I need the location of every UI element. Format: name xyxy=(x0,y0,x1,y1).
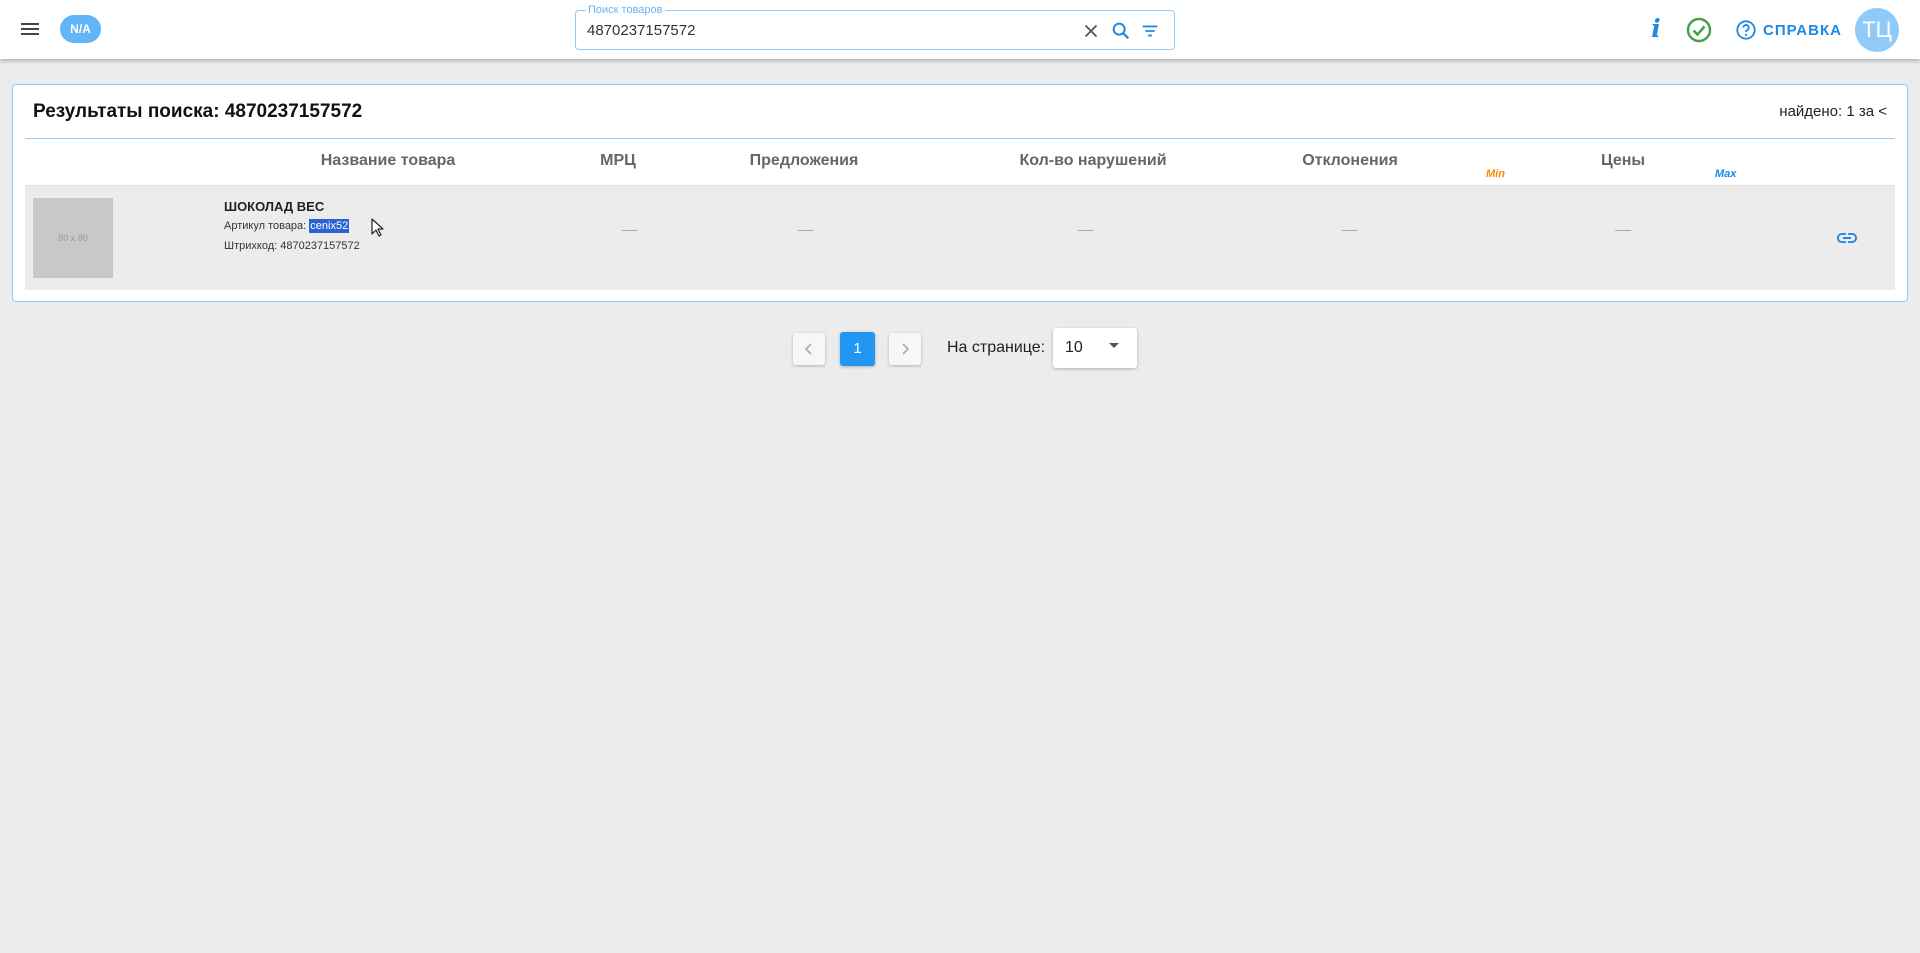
product-name[interactable]: ШОКОЛАД ВЕС xyxy=(224,199,324,214)
divider xyxy=(25,138,1895,139)
column-header-min: Min xyxy=(1486,168,1505,180)
barcode-value: 4870237157572 xyxy=(280,240,360,252)
filter-icon[interactable] xyxy=(1139,20,1161,42)
column-header-name[interactable]: Название товара xyxy=(308,152,468,170)
help-icon xyxy=(1736,20,1756,40)
region-badge[interactable]: N/A xyxy=(60,15,101,43)
help-label: СПРАВКА xyxy=(1763,21,1842,39)
deviations-empty-dash xyxy=(1342,230,1358,231)
previous-page-button[interactable] xyxy=(793,333,825,365)
product-barcode: Штрихкод: 4870237157572 xyxy=(224,240,360,252)
next-page-button[interactable] xyxy=(889,333,921,365)
results-count: найдено: 1 за < xyxy=(1779,103,1887,120)
avatar[interactable]: ТЦ xyxy=(1855,8,1899,52)
page-button-current[interactable]: 1 xyxy=(840,332,875,366)
link-icon[interactable] xyxy=(1835,226,1859,250)
search-label: Поиск товаров xyxy=(586,3,665,17)
prices-empty-dash xyxy=(1615,230,1631,231)
search-icon[interactable] xyxy=(1110,20,1132,42)
sku-value: cenix52 xyxy=(309,219,350,233)
chevron-down-icon xyxy=(1109,343,1119,348)
per-page-label: На странице: xyxy=(947,339,1046,356)
column-header-prices[interactable]: Цены xyxy=(1573,152,1673,170)
per-page-value: 10 xyxy=(1065,339,1083,356)
barcode-label: Штрихкод: xyxy=(224,240,278,252)
column-header-deviations[interactable]: Отклонения xyxy=(1280,152,1420,170)
menu-icon[interactable] xyxy=(18,17,42,41)
product-sku: Артикул товара: cenix52 xyxy=(224,219,350,233)
close-icon[interactable] xyxy=(1080,20,1102,42)
per-page-select[interactable]: 10 xyxy=(1053,328,1137,368)
check-circle-icon[interactable] xyxy=(1685,16,1713,44)
results-title: Результаты поиска: 4870237157572 xyxy=(33,101,363,122)
chevron-left-icon xyxy=(804,343,812,355)
mouse-cursor-icon xyxy=(371,218,385,238)
top-bar: N/A Поиск товаров i СПРАВКА ТЦ xyxy=(0,0,1920,59)
violations-empty-dash xyxy=(1078,230,1094,231)
chevron-right-icon xyxy=(902,343,910,355)
mrp-empty-dash xyxy=(622,230,638,231)
column-header-offers[interactable]: Предложения xyxy=(729,152,879,170)
help-button[interactable]: СПРАВКА xyxy=(1735,17,1842,43)
column-header-mrp[interactable]: МРЦ xyxy=(588,152,648,170)
search-results-card: Результаты поиска: 4870237157572 найдено… xyxy=(12,84,1908,302)
product-thumbnail: 80 x 80 xyxy=(33,198,113,278)
offers-empty-dash xyxy=(798,230,814,231)
sku-label: Артикул товара: xyxy=(224,220,307,232)
search-field: Поиск товаров xyxy=(575,3,1175,50)
column-header-max: Max xyxy=(1715,168,1737,180)
column-header-violations[interactable]: Кол-во нарушений xyxy=(998,152,1188,170)
search-input[interactable] xyxy=(587,20,1067,40)
table-row[interactable]: 80 x 80 ШОКОЛАД ВЕС Артикул товара: ceni… xyxy=(25,186,1895,290)
info-icon[interactable]: i xyxy=(1644,14,1668,44)
